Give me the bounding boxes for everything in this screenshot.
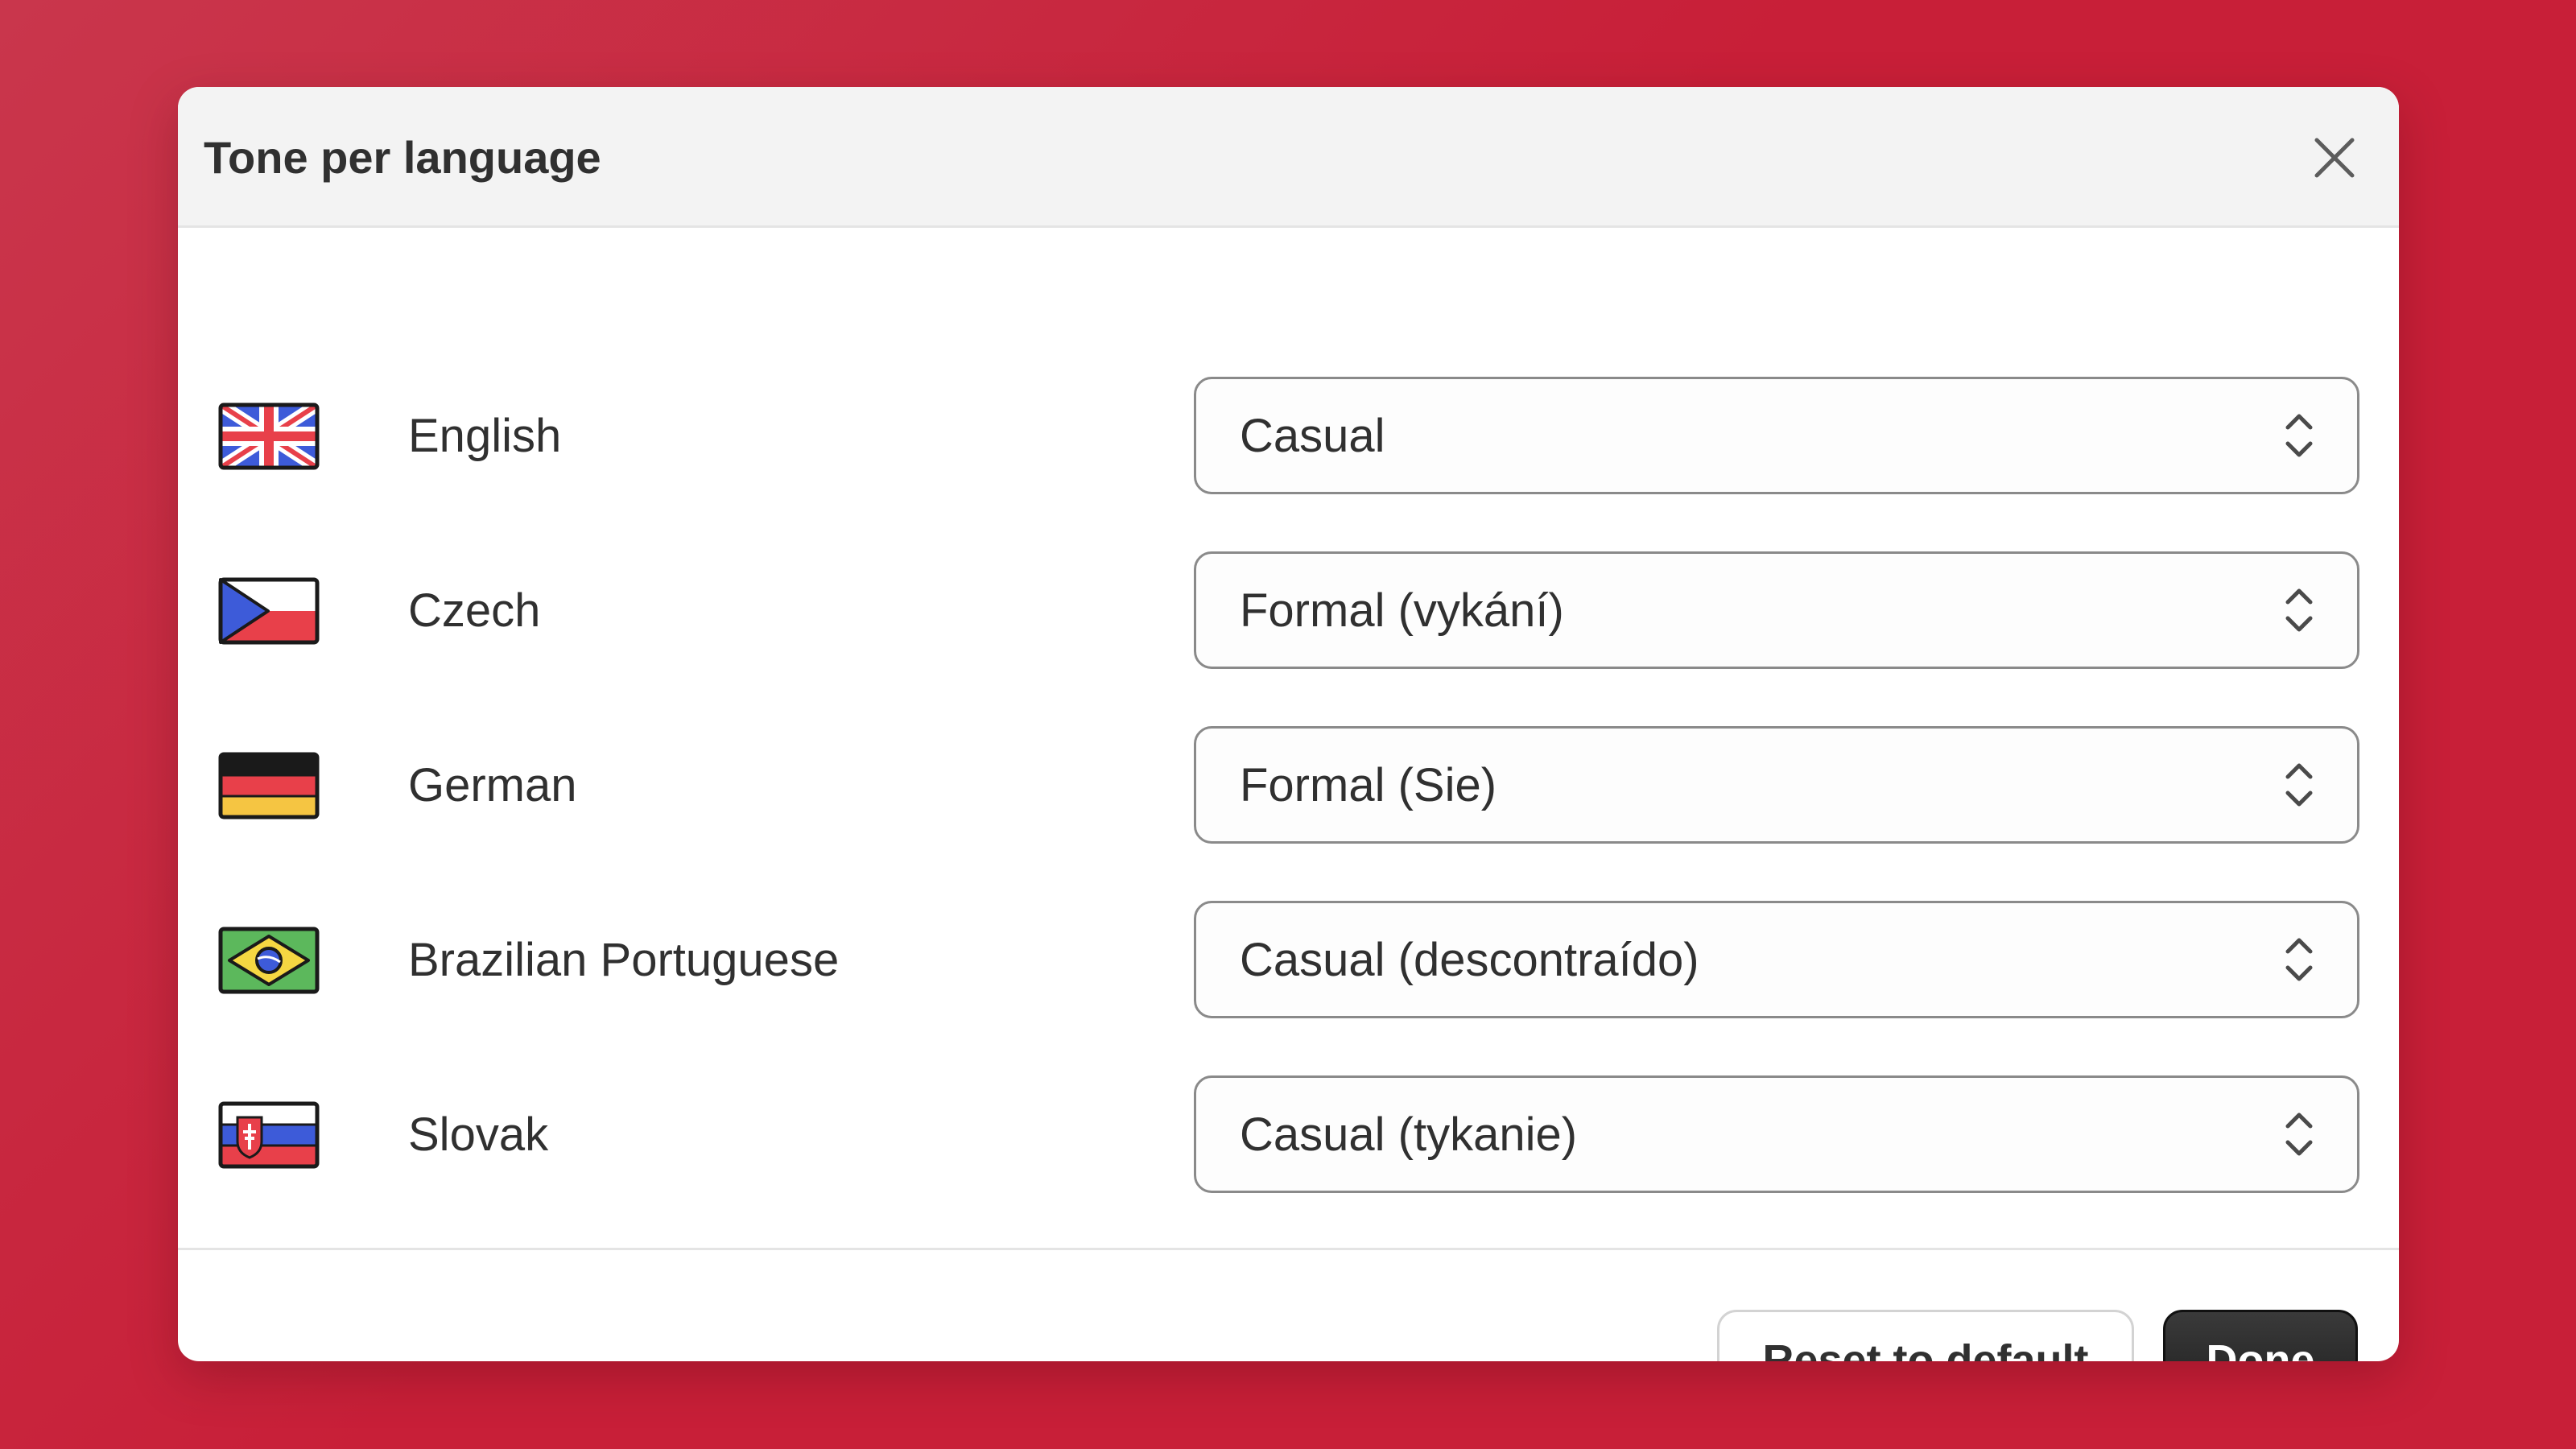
tone-select-value: Formal (Sie)	[1240, 758, 1497, 811]
done-button[interactable]: Done	[2163, 1310, 2358, 1361]
language-row-czech: Czech Formal (vykání)	[178, 551, 2399, 669]
tone-select-slovak[interactable]: Casual (tykanie)	[1194, 1075, 2359, 1193]
tone-select-value: Casual	[1240, 409, 1385, 462]
dialog-footer: Reset to default Done	[178, 1248, 2399, 1361]
language-name: Czech	[408, 584, 541, 637]
language-list: English Casual Czech Formal (vykání) Ger…	[178, 228, 2399, 1250]
reset-to-default-button[interactable]: Reset to default	[1717, 1310, 2134, 1361]
tone-select-czech[interactable]: Formal (vykání)	[1194, 551, 2359, 669]
select-chevron-icon	[2285, 763, 2313, 807]
tone-per-language-dialog: Tone per language English Casual Czech F…	[178, 87, 2399, 1361]
select-chevron-icon	[2285, 1113, 2313, 1156]
select-chevron-icon	[2285, 938, 2313, 981]
close-button[interactable]	[2304, 127, 2365, 188]
dialog-header: Tone per language	[178, 87, 2399, 228]
tone-select-english[interactable]: Casual	[1194, 377, 2359, 494]
tone-select-value: Formal (vykání)	[1240, 584, 1564, 637]
language-row-english: English Casual	[178, 377, 2399, 494]
slovak-flag-icon	[218, 1101, 320, 1169]
tone-select-german[interactable]: Formal (Sie)	[1194, 726, 2359, 844]
close-icon	[2314, 138, 2355, 178]
tone-select-value: Casual (descontraído)	[1240, 933, 1699, 986]
select-chevron-icon	[2285, 588, 2313, 632]
dialog-title: Tone per language	[204, 132, 601, 183]
language-row-german: German Formal (Sie)	[178, 726, 2399, 844]
tone-select-brazilian-portuguese[interactable]: Casual (descontraído)	[1194, 901, 2359, 1018]
language-name: Slovak	[408, 1108, 549, 1161]
brazil-flag-icon	[218, 927, 320, 994]
uk-flag-icon	[218, 402, 320, 470]
language-row-brazilian-portuguese: Brazilian Portuguese Casual (descontraíd…	[178, 901, 2399, 1018]
language-name: English	[408, 409, 562, 462]
tone-select-value: Casual (tykanie)	[1240, 1108, 1578, 1161]
language-name: Brazilian Portuguese	[408, 933, 840, 986]
czech-flag-icon	[218, 577, 320, 645]
language-name: German	[408, 758, 577, 811]
language-row-slovak: Slovak Casual (tykanie)	[178, 1075, 2399, 1193]
german-flag-icon	[218, 752, 320, 819]
select-chevron-icon	[2285, 414, 2313, 457]
